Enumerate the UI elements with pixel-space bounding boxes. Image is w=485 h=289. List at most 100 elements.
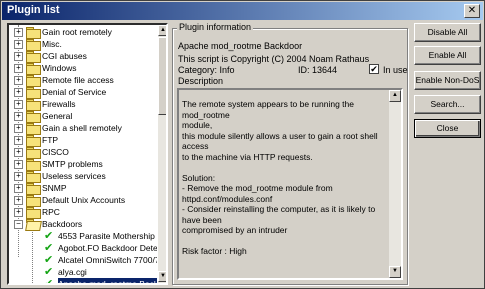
expand-icon[interactable]: +	[14, 100, 23, 109]
expand-icon[interactable]: +	[14, 40, 23, 49]
folder-icon	[26, 123, 41, 135]
tree-plugin-item[interactable]: ✔Agobot.FO Backdoor Detection	[9, 242, 157, 254]
tree-category-smtp-problems[interactable]: + SMTP problems	[9, 158, 157, 171]
search-button[interactable]: Search...	[414, 95, 481, 114]
description-label: Description	[178, 76, 224, 86]
expand-icon[interactable]: +	[14, 76, 23, 85]
tree-category-firewalls[interactable]: + Firewalls	[9, 98, 157, 111]
folder-icon	[26, 147, 41, 159]
tree-category-label: SNMP	[42, 183, 67, 193]
plugin-category: Category: Info	[178, 65, 235, 75]
expand-icon[interactable]: +	[14, 160, 23, 169]
tree-category-snmp[interactable]: + SNMP	[9, 182, 157, 195]
expand-icon[interactable]: +	[14, 124, 23, 133]
expand-icon[interactable]: +	[14, 52, 23, 61]
tree-plugin-label-selected: Apache mod_rootme Backdoor	[58, 278, 157, 283]
tree-plugin-label: Agobot.FO Backdoor Detection	[58, 243, 157, 253]
folder-icon	[26, 195, 41, 207]
tree-category-label: SMTP problems	[42, 159, 103, 169]
expand-icon[interactable]: +	[14, 196, 23, 205]
folder-icon	[26, 87, 41, 99]
tree-category-misc[interactable]: + Misc.	[9, 38, 157, 51]
tree-category-default-unix-accounts[interactable]: + Default Unix Accounts	[9, 194, 157, 207]
tree-category-label: Gain root remotely	[42, 27, 112, 37]
folder-icon	[26, 159, 41, 171]
folder-icon	[26, 183, 41, 195]
tree-category-gain-root-remotely[interactable]: + Gain root remotely	[9, 26, 157, 39]
tree-category-label: RPC	[42, 207, 60, 217]
tree-category-cgi-abuses[interactable]: + CGI abuses	[9, 50, 157, 63]
plugin-tree-items: + Gain root remotely + Misc. + CGI abuses + Win…	[9, 25, 157, 283]
disable-all-button[interactable]: Disable All	[414, 23, 481, 42]
close-button[interactable]: Close	[414, 119, 481, 138]
expand-icon[interactable]: +	[14, 64, 23, 73]
plugin-list-window: Plugin list ✕ + Gain root remotely + Misc. +…	[0, 0, 485, 289]
tree-plugin-item[interactable]: ✔ alya.cgi	[9, 266, 157, 278]
tree-plugin-label: 4553 Parasite Mothership Detec	[58, 231, 157, 241]
tree-category-label: Denial of Service	[42, 87, 107, 97]
tree-category-gain-a-shell-remotely[interactable]: + Gain a shell remotely	[9, 122, 157, 135]
plugin-info-title: Plugin information	[177, 22, 254, 32]
enable-non-dos-button[interactable]: Enable Non-DoS	[414, 71, 481, 90]
tree-plugin-item[interactable]: ✔Apache mod_rootme Backdoor	[9, 278, 157, 283]
expand-icon[interactable]: +	[14, 88, 23, 97]
tree-plugin-item[interactable]: ✔Alcatel OmniSwitch 7700/7800 s	[9, 254, 157, 266]
tree-category-label: Gain a shell remotely	[42, 123, 122, 133]
enabled-check-icon[interactable]: ✔	[44, 254, 56, 266]
enable-all-button[interactable]: Enable All	[414, 46, 481, 65]
expand-icon[interactable]: +	[14, 136, 23, 145]
folder-icon	[26, 63, 41, 75]
tree-category-label: Firewalls	[42, 99, 76, 109]
expand-icon[interactable]: +	[14, 208, 23, 217]
tree-category-backdoors[interactable]: − Backdoors	[9, 218, 157, 230]
folder-icon	[26, 51, 41, 63]
tree-category-label: Useless services	[42, 171, 106, 181]
desc-scroll-up-arrow-icon[interactable]: ▲	[389, 90, 401, 102]
tree-category-label: Misc.	[42, 39, 62, 49]
tree-plugin-label: Alcatel OmniSwitch 7700/7800 s	[58, 255, 157, 265]
expand-icon[interactable]: +	[14, 148, 23, 157]
folder-icon	[26, 75, 41, 87]
folder-icon	[26, 135, 41, 147]
plugin-id: ID: 13644	[298, 65, 338, 75]
enabled-check-icon[interactable]: ✔	[44, 242, 56, 254]
expand-icon[interactable]: +	[14, 112, 23, 121]
scroll-down-arrow-icon[interactable]: ▼	[158, 271, 166, 282]
tree-category-label: General	[42, 111, 73, 121]
description-scrollbar[interactable]: ▲ ▼	[389, 90, 401, 278]
expand-icon[interactable]: +	[14, 172, 23, 181]
tree-category-cisco[interactable]: + CISCO	[9, 146, 157, 159]
tree-category-remote-file-access[interactable]: + Remote file access	[9, 74, 157, 87]
plugin-tree[interactable]: + Gain root remotely + Misc. + CGI abuses + Win…	[7, 23, 168, 285]
close-window-icon[interactable]: ✕	[464, 4, 480, 18]
title-bar: Plugin list ✕	[2, 2, 483, 20]
tree-category-label: CISCO	[42, 147, 69, 157]
plugin-name: Apache mod_rootme Backdoor	[178, 41, 303, 51]
tree-scrollbar[interactable]: ▲ ▼	[158, 25, 166, 283]
expand-icon[interactable]: +	[14, 28, 23, 37]
enabled-check-icon[interactable]: ✔	[44, 266, 56, 278]
description-textbox[interactable]: The remote system appears to be running …	[177, 88, 403, 280]
folder-icon	[26, 39, 41, 51]
collapse-icon[interactable]: −	[14, 220, 23, 229]
tree-category-label: FTP	[42, 135, 59, 145]
window-title: Plugin list	[7, 4, 60, 16]
tree-category-windows[interactable]: + Windows	[9, 62, 157, 75]
tree-category-rpc[interactable]: + RPC	[9, 206, 157, 219]
scroll-up-arrow-icon[interactable]: ▲	[158, 25, 166, 36]
folder-icon	[26, 171, 41, 183]
enabled-check-icon[interactable]: ✔	[44, 278, 56, 283]
in-use-checkbox[interactable]: ✔	[369, 64, 379, 74]
scroll-thumb[interactable]	[158, 37, 166, 115]
tree-category-ftp[interactable]: + FTP	[9, 134, 157, 147]
tree-category-useless-services[interactable]: + Useless services	[9, 170, 157, 183]
tree-plugin-label: alya.cgi	[58, 267, 87, 277]
in-use-label: In use	[383, 65, 408, 75]
tree-category-general[interactable]: + General	[9, 110, 157, 123]
desc-scroll-down-arrow-icon[interactable]: ▼	[389, 266, 401, 278]
tree-category-label: Windows	[42, 63, 77, 73]
tree-category-denial-of-service[interactable]: + Denial of Service	[9, 86, 157, 99]
expand-icon[interactable]: +	[14, 184, 23, 193]
tree-plugin-item[interactable]: ✔4553 Parasite Mothership Detec	[9, 230, 157, 242]
enabled-check-icon[interactable]: ✔	[44, 230, 56, 242]
